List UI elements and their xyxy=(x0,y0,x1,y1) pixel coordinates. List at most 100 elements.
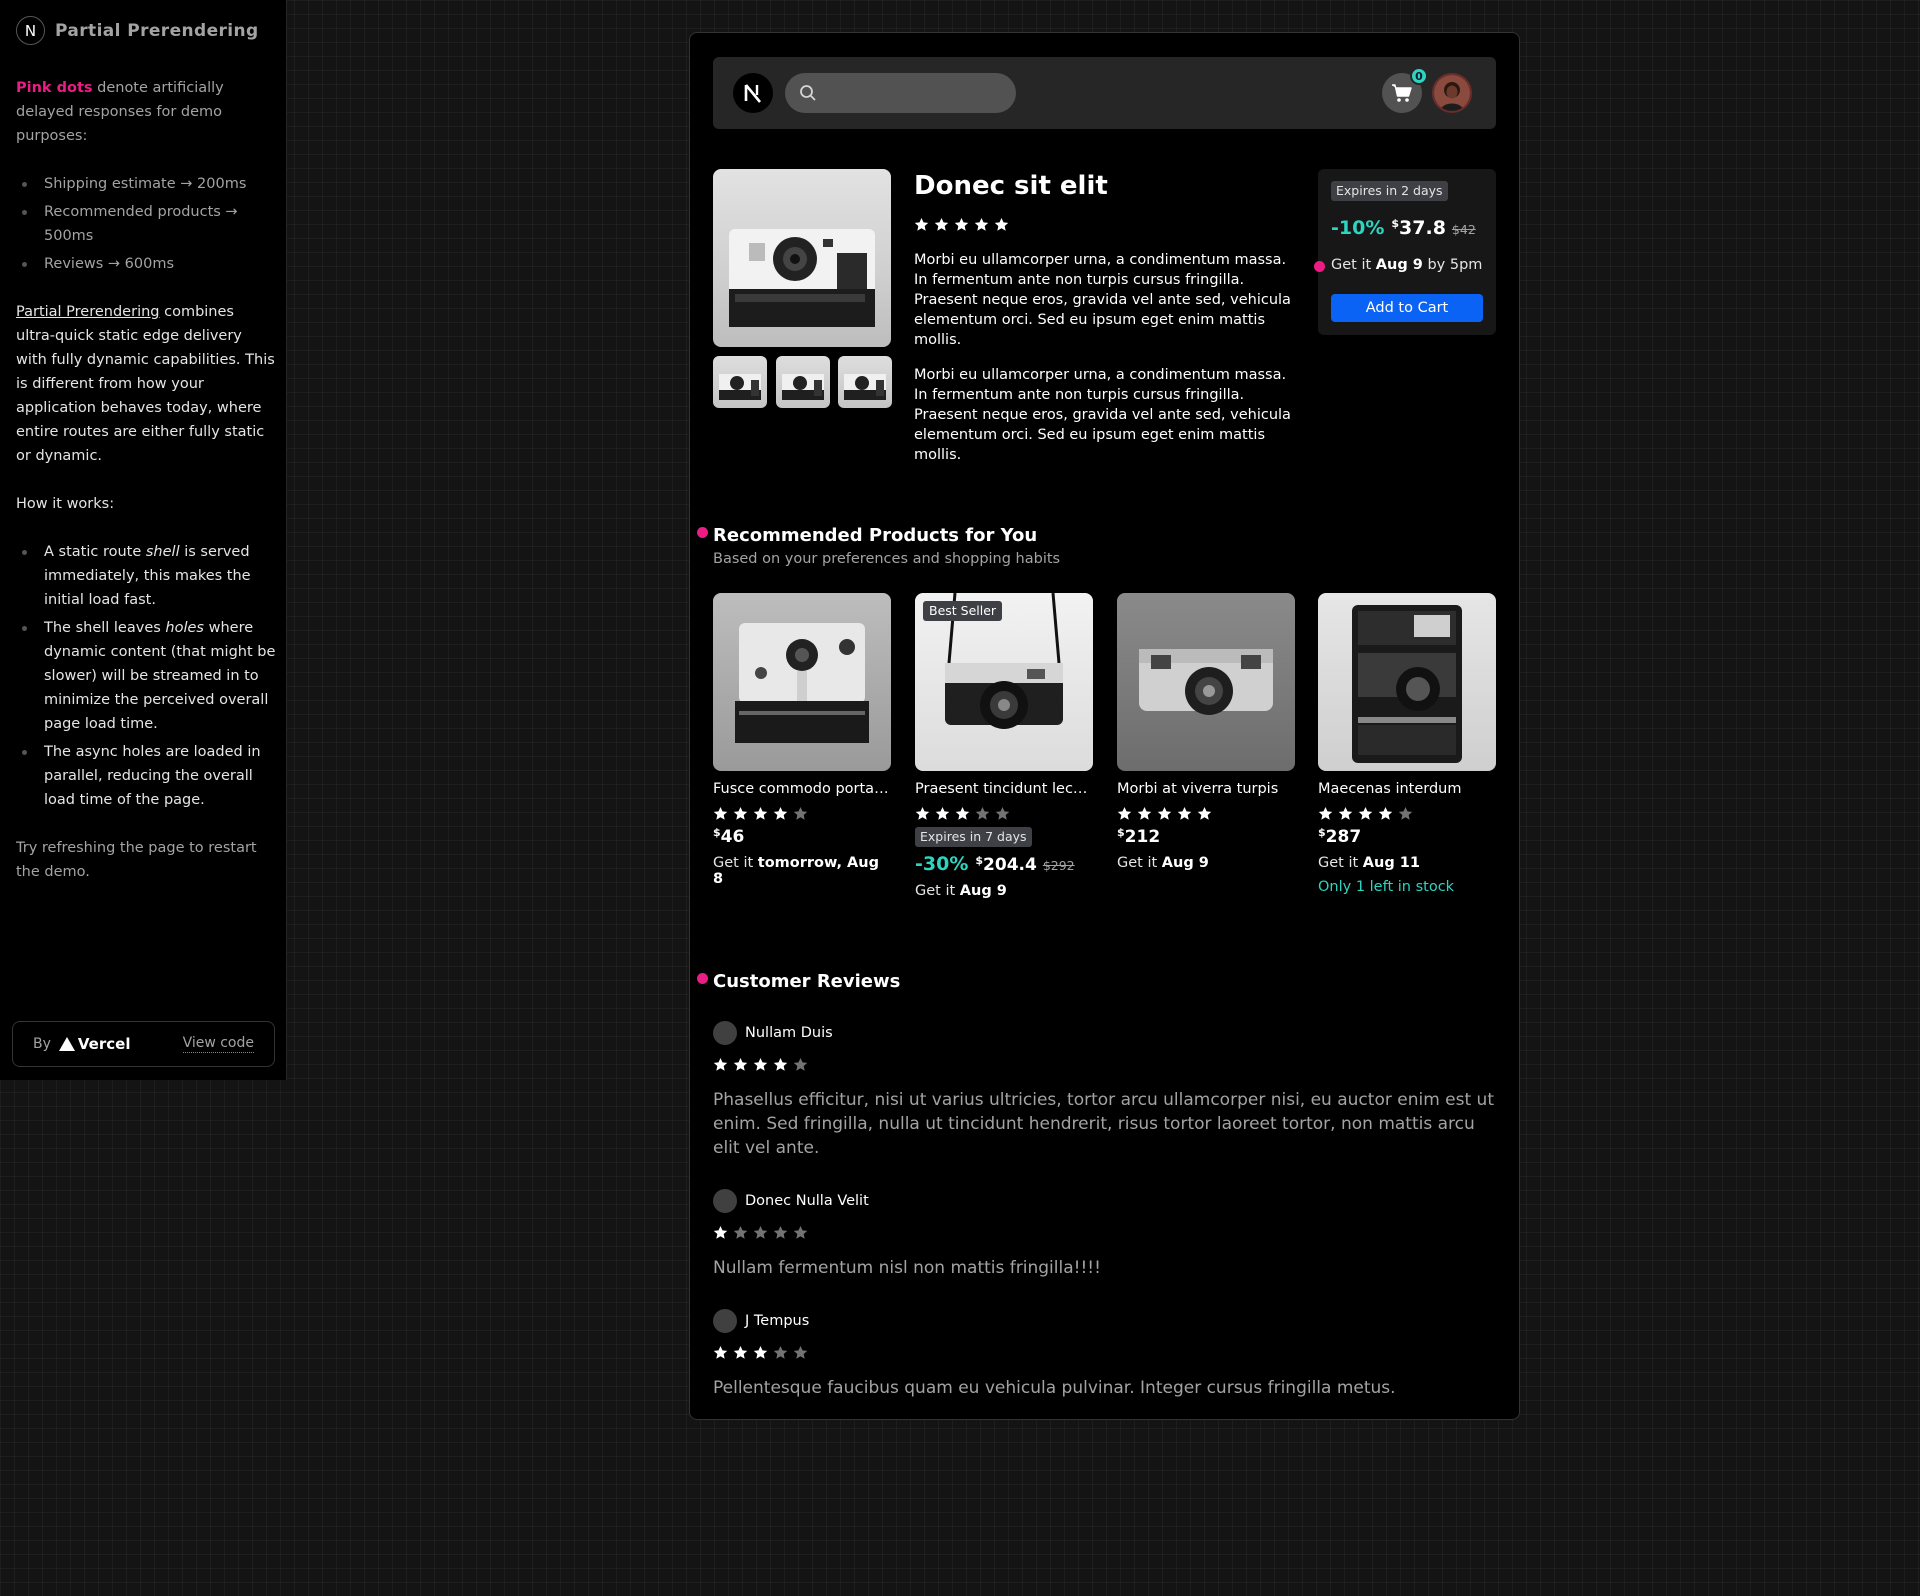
shipping-estimate: Get it tomorrow, Aug 8 xyxy=(713,855,879,887)
star-empty-icon xyxy=(793,1225,808,1239)
star-filled-icon xyxy=(713,1057,728,1071)
pink-dots-label: Pink dots xyxy=(16,80,93,96)
review-rating xyxy=(713,1057,1496,1072)
by-vercel[interactable]: By Vercel xyxy=(33,1035,130,1053)
review-rating xyxy=(713,1345,1496,1360)
product-card-price: $46 xyxy=(713,826,745,847)
ppr-link[interactable]: Partial Prerendering xyxy=(16,304,160,320)
star-filled-icon xyxy=(773,806,788,820)
star-filled-icon xyxy=(1157,806,1172,820)
sidebar-body: Pink dots denote artificially delayed re… xyxy=(16,76,276,908)
product-card-rating xyxy=(915,806,1093,821)
star-filled-icon xyxy=(733,1057,748,1071)
star-filled-icon xyxy=(713,806,728,820)
star-filled-icon xyxy=(1117,806,1132,820)
ppr-rest: combines ultra-quick static edge deliver… xyxy=(16,304,275,464)
search-input[interactable] xyxy=(827,85,1007,101)
review-text: Nullam fermentum nisl non mattis fringil… xyxy=(713,1258,1101,1278)
user-avatar[interactable] xyxy=(1432,73,1472,113)
star-empty-icon xyxy=(773,1225,788,1239)
main-panel: 0 Donec sit elit Morbi eu ullamcorper ur… xyxy=(689,32,1520,1420)
sidebar: N Partial Prerendering Pink dots denote … xyxy=(0,0,287,1080)
sidebar-title: Partial Prerendering xyxy=(55,20,259,41)
expires-badge: Expires in 7 days xyxy=(915,827,1032,847)
list-item: Reviews → 600ms xyxy=(16,252,276,276)
sidebar-header[interactable]: N Partial Prerendering xyxy=(16,16,259,45)
reviewer-avatar xyxy=(713,1309,737,1333)
product-thumbnail[interactable] xyxy=(838,356,892,408)
nextjs-logo-icon[interactable] xyxy=(733,73,773,113)
product-card[interactable]: Fusce commodo porta … $46 Get it tomorro… xyxy=(713,593,891,887)
star-filled-icon xyxy=(1177,806,1192,820)
reviewer-avatar xyxy=(713,1189,737,1213)
product-card-rating xyxy=(713,806,891,821)
refresh-note: Try refreshing the page to restart the d… xyxy=(16,840,257,880)
shipping-estimate: Get it Aug 11 xyxy=(1318,855,1420,871)
star-empty-icon xyxy=(793,1057,808,1071)
product-image[interactable] xyxy=(713,169,891,347)
list-item: The shell leaves holes where dynamic con… xyxy=(16,616,276,736)
product-card-image[interactable] xyxy=(713,593,891,771)
shipping-estimate: Get it Aug 9 xyxy=(1117,855,1209,871)
star-empty-icon xyxy=(773,1345,788,1359)
intro-text: Pink dots denote artificially delayed re… xyxy=(16,76,276,148)
ppr-text: Partial Prerendering combines ultra-quic… xyxy=(16,300,276,468)
star-filled-icon xyxy=(1378,806,1393,820)
star-empty-icon xyxy=(975,806,990,820)
how-list: A static route shell is served immediate… xyxy=(16,540,276,812)
product-card[interactable]: Best Seller Praesent tincidunt lectus Ex… xyxy=(915,593,1093,899)
product-thumbnail[interactable] xyxy=(713,356,767,408)
delay-indicator-dot xyxy=(697,527,708,538)
reviewer-name: Nullam Duis xyxy=(745,1025,833,1041)
product-card[interactable]: Morbi at viverra turpis $212 Get it Aug … xyxy=(1117,593,1295,871)
stock-status: Only 1 left in stock xyxy=(1318,879,1455,895)
product-card-image[interactable] xyxy=(1117,593,1295,771)
list-item: A static route shell is served immediate… xyxy=(16,540,276,612)
price: 37.8 xyxy=(1399,217,1446,239)
star-filled-icon xyxy=(915,806,930,820)
star-filled-icon xyxy=(1197,806,1212,820)
product-card-image[interactable]: Best Seller xyxy=(915,593,1093,771)
vercel-logo: Vercel xyxy=(58,1035,130,1053)
add-to-cart-button[interactable]: Add to Cart xyxy=(1331,294,1483,322)
star-filled-icon xyxy=(773,1057,788,1071)
product-card-rating xyxy=(1318,806,1496,821)
recommended-title: Recommended Products for You xyxy=(713,525,1038,546)
product-card-image[interactable] xyxy=(1318,593,1496,771)
star-filled-icon xyxy=(1358,806,1373,820)
search-bar[interactable] xyxy=(785,73,1016,113)
star-filled-icon xyxy=(955,806,970,820)
delay-indicator-dot xyxy=(1314,261,1325,272)
delay-indicator-dot xyxy=(697,973,708,984)
product-card-name[interactable]: Morbi at viverra turpis xyxy=(1117,781,1295,797)
product-card[interactable]: Maecenas interdum $287 Get it Aug 11 Onl… xyxy=(1318,593,1496,895)
description-paragraph: Morbi eu ullamcorper urna, a condimentum… xyxy=(914,252,1291,348)
view-code-link[interactable]: View code xyxy=(182,1035,254,1053)
review-header: Nullam Duis xyxy=(713,1021,1496,1045)
shipping-estimate: Get it Aug 9 xyxy=(915,883,1007,899)
star-filled-icon xyxy=(713,1345,728,1359)
product-card-name[interactable]: Fusce commodo porta … xyxy=(713,781,891,797)
star-filled-icon xyxy=(1318,806,1333,820)
reviewer-avatar xyxy=(713,1021,737,1045)
product-card-name[interactable]: Maecenas interdum xyxy=(1318,781,1496,797)
review-text: Phasellus efficitur, nisi ut varius ultr… xyxy=(713,1090,1494,1158)
vercel-triangle-icon xyxy=(58,1037,75,1051)
star-empty-icon xyxy=(753,1225,768,1239)
product-card-name[interactable]: Praesent tincidunt lectus xyxy=(915,781,1093,797)
reviewer-name: J Tempus xyxy=(745,1313,810,1329)
original-price: $292 xyxy=(1042,858,1075,873)
discount-percent: -10% xyxy=(1331,217,1385,239)
buy-box: Expires in 2 days -10% $ 37.8 $42 Get it… xyxy=(1314,169,1496,335)
star-empty-icon xyxy=(733,1225,748,1239)
sidebar-footer: By Vercel View code xyxy=(12,1021,275,1067)
currency-symbol: $ xyxy=(1391,217,1400,230)
product-card-price: $287 xyxy=(1318,826,1362,847)
description-paragraph: Morbi eu ullamcorper urna, a condimentum… xyxy=(914,367,1291,463)
cart-button[interactable]: 0 xyxy=(1382,67,1428,113)
nextjs-logo-icon: N xyxy=(16,16,45,45)
star-empty-icon xyxy=(793,1345,808,1359)
product-thumbnail[interactable] xyxy=(776,356,830,408)
list-item: The async holes are loaded in parallel, … xyxy=(16,740,276,812)
review-header: J Tempus xyxy=(713,1309,1496,1333)
